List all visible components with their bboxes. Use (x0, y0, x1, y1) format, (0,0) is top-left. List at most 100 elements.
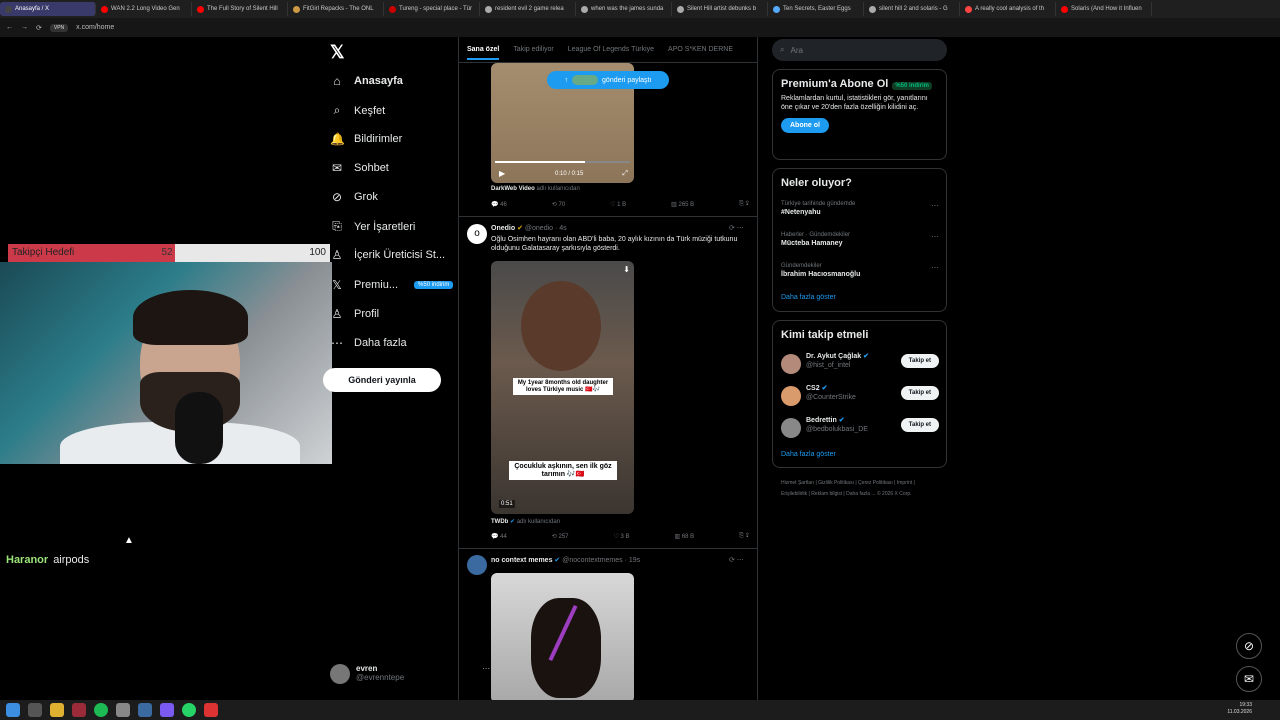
avatar (781, 386, 801, 406)
browser-tab[interactable]: Silent Hill artist debunks b (672, 2, 768, 16)
tab-favicon-icon (677, 5, 684, 13)
more-icon[interactable]: ⟳ ⋯ (729, 556, 744, 564)
account-handle: @evrenntepe (356, 673, 405, 682)
browser-tab[interactable]: The Full Story of Silent Hill (192, 2, 288, 16)
sidebar-item-2[interactable]: 🔔 Bildirimler (330, 132, 402, 146)
trends-more-link[interactable]: Daha fazla göster (781, 294, 836, 301)
follow-button[interactable]: Takip et (900, 354, 939, 368)
new-posts-pill[interactable]: ↑ gönderi paylaştı (547, 71, 669, 89)
webcam-feed (0, 262, 332, 464)
sidebar-item-4[interactable]: ⊘ Grok (330, 190, 378, 204)
reload-icon[interactable]: ⟳ (36, 24, 42, 32)
avatar[interactable] (467, 555, 487, 575)
browser-tab[interactable]: when was the james sunda (576, 2, 672, 16)
tab-favicon-icon (773, 5, 780, 13)
nav-icon: ⎘ (332, 219, 342, 233)
subscribe-button[interactable]: Abone ol (781, 118, 829, 133)
sidebar-item-8[interactable]: ♙ Profil (330, 307, 379, 321)
premium-title: Premium'a Abone Ol (781, 78, 889, 90)
like-button[interactable]: ♡ 3 B (613, 533, 629, 540)
trend-item[interactable]: Türkiye tarihinde gündemde #Netenyahu ⋯ (781, 201, 939, 216)
back-icon[interactable]: ← (6, 24, 13, 31)
play-icon[interactable]: ▶ (499, 169, 505, 178)
whatsapp-icon[interactable] (182, 703, 196, 717)
more-icon[interactable]: ⋯ (931, 201, 939, 210)
avatar[interactable]: o (467, 224, 487, 244)
browser-tab[interactable]: Tureng - special place - Tür (384, 2, 480, 16)
start-icon[interactable] (6, 703, 20, 717)
browser-tab[interactable]: silent hill 2 and solaris - G (864, 2, 960, 16)
feed-tab[interactable]: Takip ediliyor (513, 46, 553, 53)
more-icon[interactable]: ⟳ ⋯ (729, 224, 744, 232)
who-more-link[interactable]: Daha fazla göster (781, 451, 836, 458)
explorer-icon[interactable] (50, 703, 64, 717)
bookmark-icon[interactable]: ⎘ ⇪ (739, 533, 749, 540)
system-clock[interactable]: 19:33 11.03.2026 (1227, 702, 1252, 716)
tab-label: when was the james sunda (591, 6, 664, 12)
repost-button[interactable]: ⟲ 257 (552, 533, 569, 540)
more-icon[interactable]: ⋯ (931, 232, 939, 241)
reply-button[interactable]: 💬 44 (491, 533, 507, 540)
sidebar-item-9[interactable]: ⋯ Daha fazla (330, 336, 407, 350)
video-player[interactable]: My 1year 8months old daughter loves Türk… (491, 261, 634, 514)
url-field[interactable]: x.com/home (76, 24, 114, 31)
reply-button[interactable]: 💬 46 (491, 201, 507, 208)
nav-icon: ⊘ (331, 190, 343, 204)
messages-icon[interactable]: ✉ (1236, 666, 1262, 692)
browser-tab[interactable]: Solaris (And How it Influen (1056, 2, 1152, 16)
grok-icon[interactable]: ⊘ (1236, 633, 1262, 659)
browser-icon[interactable] (72, 703, 86, 717)
nav-icon: ♙ (331, 248, 343, 262)
browser-tab[interactable]: Anasayfa / X (0, 2, 96, 16)
app-icon[interactable] (204, 703, 218, 717)
search-input[interactable]: ⌕ Ara (772, 39, 947, 61)
sidebar-item-5[interactable]: ⎘ Yer İşaretleri (330, 219, 415, 234)
task-view-icon[interactable] (28, 703, 42, 717)
bookmark-icon[interactable]: ⎘ ⇪ (739, 201, 749, 208)
feed-tab[interactable]: APO S*KEN DERNE (668, 46, 733, 53)
views-button[interactable]: ▥ 265 B (671, 201, 694, 208)
video-duration: 0:51 (499, 500, 515, 508)
like-button[interactable]: ♡ 1 B (610, 201, 626, 208)
sidebar-item-0[interactable]: ⌂ Anasayfa (330, 74, 403, 88)
spotify-icon[interactable] (94, 703, 108, 717)
steam-icon[interactable] (138, 703, 152, 717)
x-logo-icon[interactable]: 𝕏 (330, 42, 345, 63)
browser-tab[interactable]: A really cool analysis of th (960, 2, 1056, 16)
sidebar-item-label: Sohbet (354, 162, 389, 174)
sidebar-item-1[interactable]: ⌕ Keşfet (330, 103, 386, 118)
trend-item[interactable]: Gündemdekiler İbrahim Hacıosmanoğlu ⋯ (781, 263, 939, 278)
browser-tab[interactable]: WAN 2.2 Long Video Gen (96, 2, 192, 16)
sidebar-item-7[interactable]: 𝕏 Premiu... %50 indirim (330, 278, 454, 292)
browser-tab[interactable]: Ten Secrets, Easter Eggs (768, 2, 864, 16)
trend-item[interactable]: Haberler · Gündemdekiler Mücteba Hamaney ⋯ (781, 232, 939, 247)
download-icon[interactable]: ⬇ (623, 265, 630, 274)
views-button[interactable]: ▥ 68 B (674, 533, 694, 540)
discord-icon[interactable] (160, 703, 174, 717)
fullscreen-icon[interactable]: ⤢ (622, 170, 628, 178)
sidebar-item-label: Yer İşaretleri (354, 220, 416, 233)
browser-tab[interactable]: resident evil 2 game relea (480, 2, 576, 16)
follow-suggestion[interactable]: Dr. Aykut Çağlak ✔ @hist_of_intel Takip et (781, 352, 939, 380)
obs-icon[interactable] (116, 703, 130, 717)
footer-links[interactable]: Hizmet Şartları | Gizlilik Politikası | … (781, 478, 941, 500)
sidebar-item-3[interactable]: ✉ Sohbet (330, 161, 389, 175)
sidebar-item-6[interactable]: ♙ İçerik Üreticisi St... (330, 248, 445, 262)
follow-button[interactable]: Takip et (900, 386, 939, 400)
follow-button[interactable]: Takip et (900, 418, 939, 432)
feed-tab[interactable]: Sana özel (467, 46, 500, 60)
more-icon[interactable]: ⋯ (931, 263, 939, 272)
browser-tab[interactable]: FitGirl Repacks - The ONL (288, 2, 384, 16)
goal-current: 52 (161, 247, 173, 258)
follow-suggestion[interactable]: Bedrettin ✔ @bedbolukbasi_DE Takip et (781, 416, 939, 444)
forward-icon[interactable]: → (21, 24, 28, 31)
vpn-badge[interactable]: VPN (49, 23, 69, 32)
video-player[interactable] (491, 573, 634, 700)
feed-tab[interactable]: League Of Legends Türkiye (568, 46, 654, 53)
trend-context: Gündemdekiler (781, 263, 822, 269)
who-title: Kimi takip etmeli (781, 329, 869, 341)
follow-suggestion[interactable]: CS2 ✔ @CounterStrike Takip et (781, 384, 939, 412)
repost-button[interactable]: ⟲ 70 (552, 201, 565, 208)
goal-label: Takipçi Hedefi (12, 247, 75, 258)
post-button[interactable]: Gönderi yayınla (323, 368, 441, 392)
